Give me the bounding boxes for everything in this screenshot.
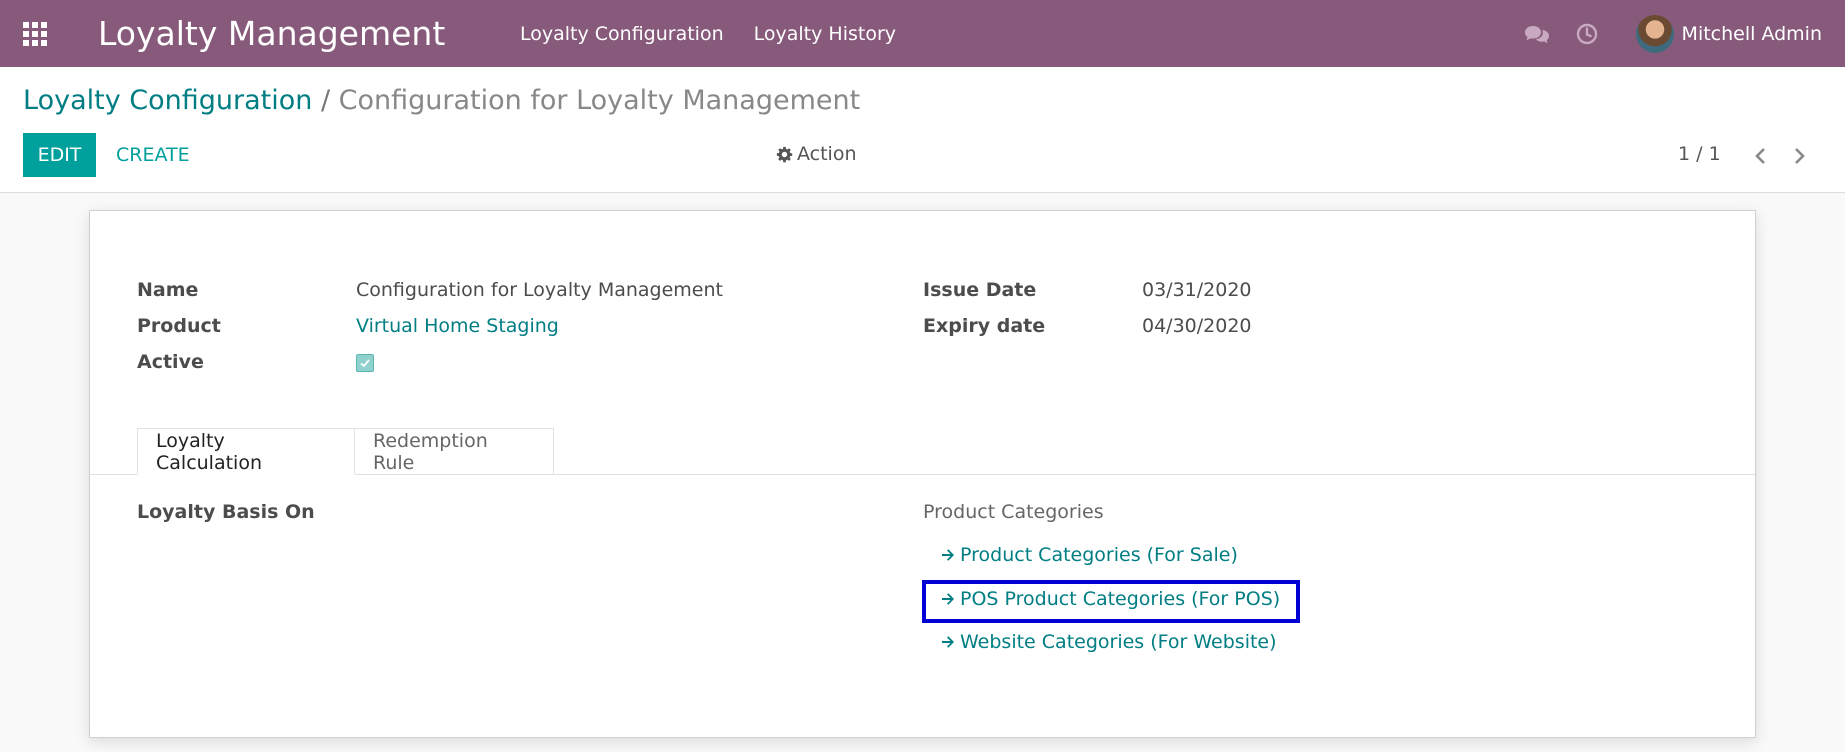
breadcrumb-current: Configuration for Loyalty Management (338, 85, 861, 116)
app-title: Loyalty Management (98, 14, 446, 53)
menu-item-loyalty-history[interactable]: Loyalty History (754, 23, 896, 45)
active-label: Active (137, 351, 204, 373)
control-panel: Loyalty Configuration / Configuration fo… (0, 67, 1845, 193)
gear-icon (776, 146, 793, 162)
form-sheet: Name Configuration for Loyalty Managemen… (89, 210, 1756, 738)
breadcrumb-separator: / (320, 85, 331, 116)
product-categories-sale-label: Product Categories (For Sale) (960, 544, 1238, 566)
pager-value[interactable]: 1 / 1 (1678, 143, 1721, 165)
check-icon (360, 359, 370, 368)
name-label: Name (137, 279, 199, 301)
website-categories-link[interactable]: Website Categories (For Website) (940, 631, 1277, 653)
user-name[interactable]: Mitchell Admin (1682, 23, 1822, 45)
chat-icon[interactable] (1524, 23, 1550, 45)
menu-item-loyalty-configuration[interactable]: Loyalty Configuration (520, 23, 724, 45)
clock-icon[interactable] (1576, 23, 1598, 45)
apps-menu-icon[interactable] (23, 22, 49, 46)
avatar[interactable] (1635, 14, 1674, 53)
active-checkbox[interactable] (356, 354, 374, 372)
expiry-date-value: 04/30/2020 (1142, 315, 1252, 337)
top-navbar: Loyalty Management Loyalty Configuration… (0, 0, 1845, 67)
product-categories-sale-link[interactable]: Product Categories (For Sale) (940, 544, 1238, 566)
issue-date-label: Issue Date (923, 279, 1037, 301)
arrow-right-icon (942, 549, 954, 561)
chevron-left-icon[interactable] (1750, 145, 1772, 167)
tab-redemption-rule[interactable]: Redemption Rule (355, 428, 554, 475)
action-menu-button[interactable]: Action (776, 143, 857, 165)
product-categories-title: Product Categories (923, 501, 1104, 523)
issue-date-value: 03/31/2020 (1142, 279, 1252, 301)
product-link[interactable]: Virtual Home Staging (356, 315, 559, 337)
main-menu: Loyalty Configuration Loyalty History (520, 0, 896, 67)
arrow-right-icon (942, 636, 954, 648)
website-categories-label: Website Categories (For Website) (960, 631, 1277, 653)
name-value: Configuration for Loyalty Management (356, 279, 723, 301)
product-label: Product (137, 315, 221, 337)
breadcrumb: Loyalty Configuration / Configuration fo… (23, 85, 860, 116)
action-label: Action (797, 143, 857, 165)
breadcrumb-parent[interactable]: Loyalty Configuration (23, 85, 312, 116)
create-button[interactable]: CREATE (104, 133, 202, 177)
highlight-box (922, 580, 1300, 623)
edit-button[interactable]: EDIT (23, 133, 96, 177)
chevron-right-icon[interactable] (1788, 145, 1810, 167)
loyalty-basis-label: Loyalty Basis On (137, 501, 315, 523)
navbar-systray: Mitchell Admin (1524, 0, 1822, 67)
expiry-date-label: Expiry date (923, 315, 1046, 337)
tab-loyalty-calculation[interactable]: Loyalty Calculation (137, 428, 355, 475)
